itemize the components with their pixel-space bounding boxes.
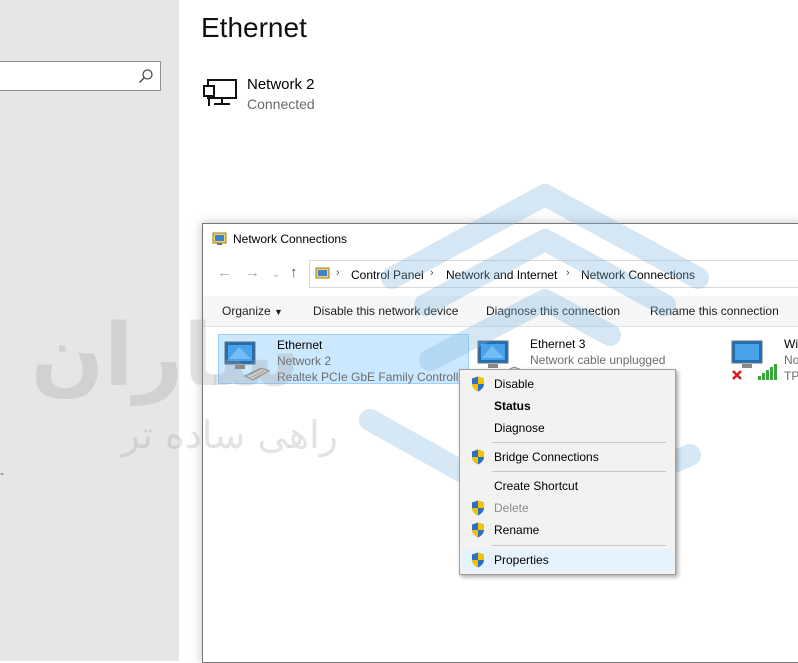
breadcrumb-network-connections[interactable]: Network Connections [581, 268, 695, 282]
adapter-ethernet[interactable]: Ethernet Network 2 Realtek PCIe GbE Fami… [218, 334, 469, 384]
command-bar: Organize ▼ Disable this network device D… [203, 296, 798, 327]
recent-chevron-icon[interactable]: ⌄ [272, 268, 280, 282]
menu-item-label: Bridge Connections [494, 450, 599, 464]
rename-connection-button[interactable]: Rename this connection [650, 304, 779, 318]
breadcrumb-separator-icon: › [430, 267, 434, 279]
menu-item-label: Create Shortcut [494, 479, 579, 493]
menu-item-label: Rename [494, 523, 540, 537]
menu-item-status[interactable]: Status [462, 395, 673, 417]
back-arrow-icon[interactable]: ← [217, 265, 232, 280]
adapter-name: Ethernet [277, 338, 323, 352]
menu-separator [492, 471, 666, 472]
menu-item-delete[interactable]: Delete [462, 497, 673, 519]
window-title: Network Connections [233, 232, 348, 246]
breadcrumb-network-internet[interactable]: Network and Internet [446, 268, 557, 282]
up-arrow-icon[interactable]: ↑ [290, 265, 298, 280]
breadcrumb-separator-icon: › [336, 267, 340, 279]
disable-device-button[interactable]: Disable this network device [313, 304, 458, 318]
menu-separator [492, 442, 666, 443]
breadcrumb-control-panel[interactable]: Control Panel [351, 268, 424, 282]
adapter-wifi[interactable]: Wi No TP- [726, 334, 798, 384]
network-pc-icon [203, 79, 237, 106]
uac-shield-icon [472, 552, 484, 568]
adapter-name: Ethernet 3 [530, 337, 586, 351]
adapter-device: TP- [784, 369, 798, 383]
menu-separator [492, 545, 666, 546]
menu-item-label: Diagnose [494, 421, 545, 435]
uac-shield-icon [472, 376, 484, 392]
network-adapter-icon [224, 341, 271, 381]
uac-shield-icon [472, 500, 484, 516]
settings-search-input[interactable] [0, 61, 161, 91]
menu-item-bridge-connections[interactable]: Bridge Connections [462, 446, 673, 468]
uac-shield-icon [472, 449, 484, 465]
breadcrumb-separator-icon: › [566, 267, 570, 279]
adapter-context-menu: Disable Status Diagnose Bridge Connectio… [459, 369, 676, 575]
title-bar[interactable]: Network Connections [203, 224, 798, 254]
dropdown-arrow-icon: ▼ [274, 307, 283, 317]
left-dash: - [0, 466, 4, 480]
settings-left-pane: - [0, 0, 179, 661]
page-title: Ethernet [201, 12, 307, 43]
menu-item-rename[interactable]: Rename [462, 519, 673, 541]
network-connections-icon [212, 232, 227, 245]
adapter-device: Realtek PCIe GbE Family Controller [277, 370, 470, 384]
menu-item-create-shortcut[interactable]: Create Shortcut [462, 475, 673, 497]
menu-item-diagnose[interactable]: Diagnose [462, 417, 673, 439]
adapter-network: Network cable unplugged [530, 353, 666, 367]
diagnose-connection-button[interactable]: Diagnose this connection [486, 304, 620, 318]
menu-item-label: Disable [494, 377, 535, 391]
adapter-network: No [784, 353, 798, 367]
address-bar[interactable]: › Control Panel › Network and Internet ›… [309, 260, 798, 288]
wifi-adapter-icon [731, 340, 777, 380]
organize-label: Organize [222, 304, 271, 318]
menu-item-label: Properties [494, 553, 549, 567]
search-icon [139, 69, 153, 83]
control-panel-icon [315, 267, 330, 279]
forward-arrow-icon[interactable]: → [245, 265, 260, 280]
menu-item-disable[interactable]: Disable [462, 373, 673, 395]
uac-shield-icon [472, 522, 484, 538]
organize-menu[interactable]: Organize ▼ [222, 304, 283, 318]
menu-item-properties[interactable]: Properties [462, 549, 673, 571]
menu-item-label: Status [494, 399, 531, 413]
menu-item-label: Delete [494, 501, 529, 515]
network-name: Network 2 [247, 76, 315, 93]
adapter-network: Network 2 [277, 354, 332, 368]
address-row: ← → ⌄ ↑ › Control Panel › Network and In… [203, 258, 798, 290]
network-state: Connected [247, 96, 315, 112]
adapter-name: Wi [784, 337, 798, 351]
